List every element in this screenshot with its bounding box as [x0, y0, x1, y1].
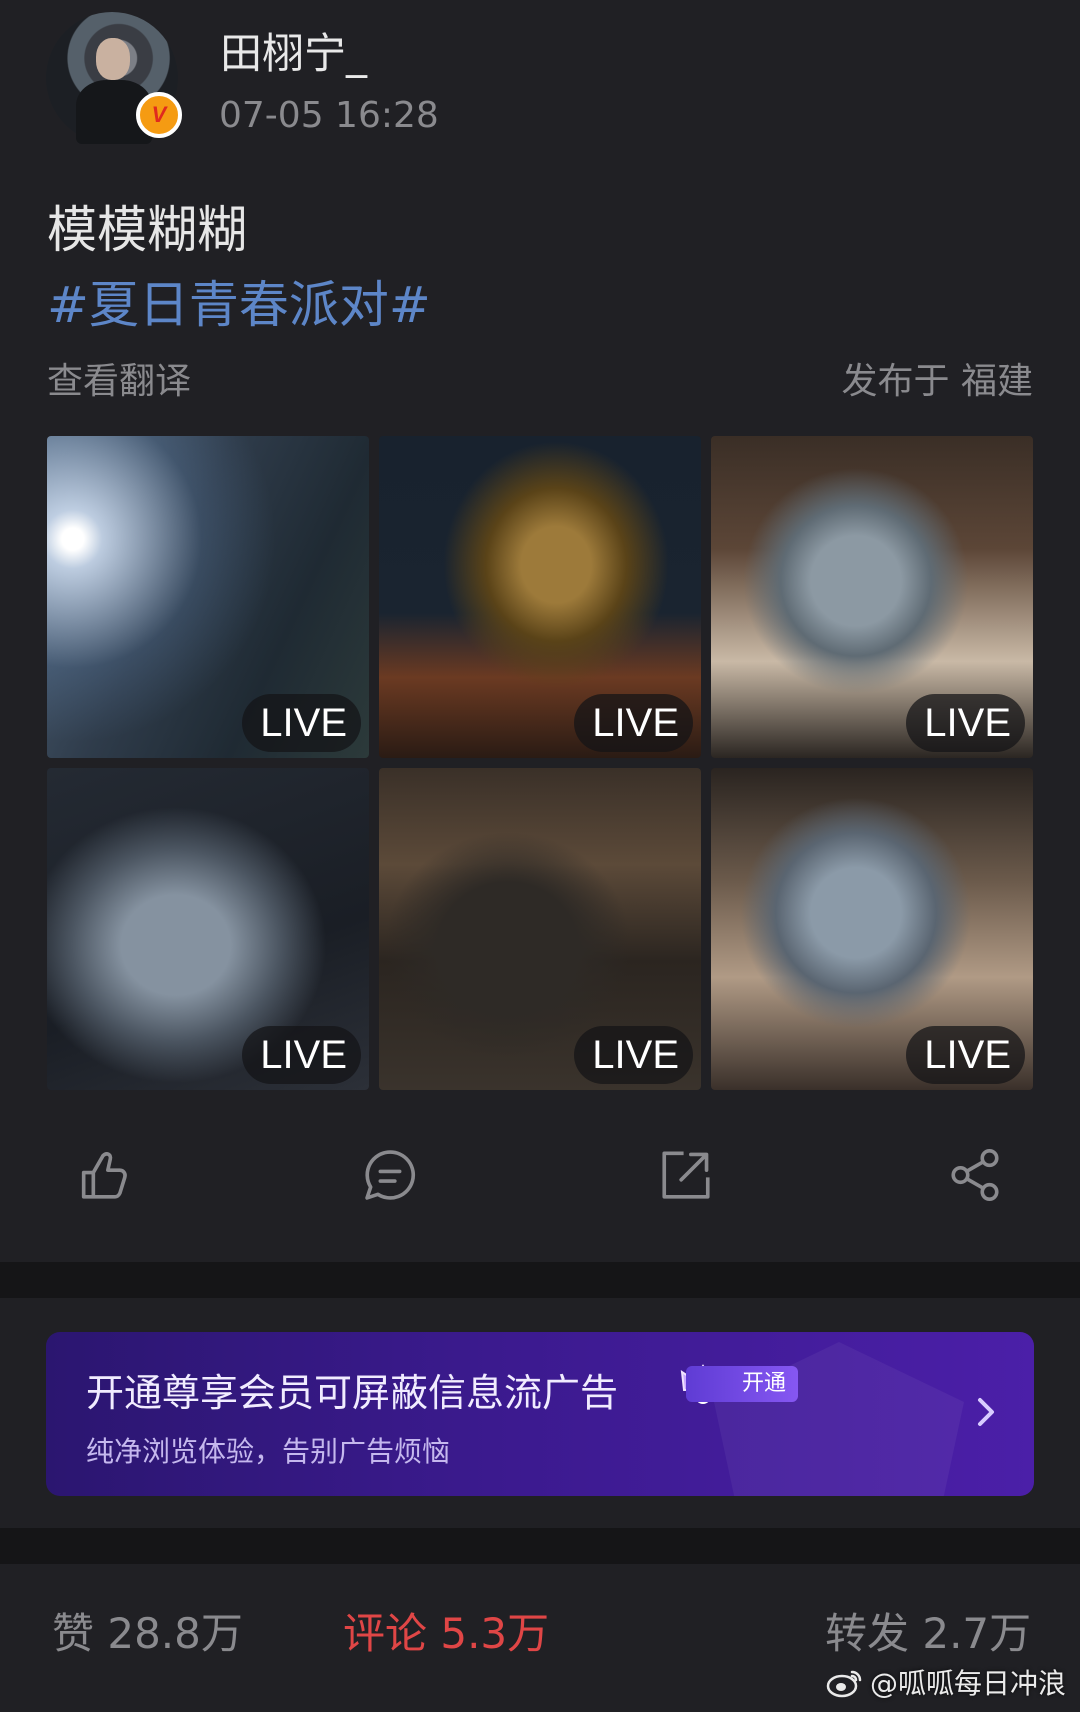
repost-icon	[662, 1151, 710, 1199]
watermark-text: @呱呱每日冲浪	[869, 1667, 1066, 1700]
watermark: @呱呱每日冲浪	[826, 1662, 1066, 1702]
photo-thumbnail[interactable]: LIVE	[711, 768, 1033, 1090]
share-icon	[951, 1149, 999, 1201]
photo-thumbnail[interactable]: LIVE	[379, 768, 701, 1090]
ad-title: 开通尊享会员可屏蔽信息流广告	[86, 1371, 619, 1415]
live-badge: LIVE	[574, 1026, 693, 1084]
vip-ad-banner[interactable]: 开通尊享会员可屏蔽信息流广告 开通 纯净浏览体验，告别广告烦恼	[46, 1332, 1034, 1496]
likes-tab[interactable]: 赞 28.8万	[52, 1600, 243, 1661]
section-divider	[0, 1262, 1080, 1298]
translate-link[interactable]: 查看翻译	[47, 352, 191, 404]
avatar[interactable]: V	[46, 12, 182, 144]
post-timestamp: 07-05 16:28	[219, 95, 439, 136]
like-button[interactable]	[68, 1140, 138, 1210]
live-badge: LIVE	[906, 694, 1025, 752]
weibo-logo-icon	[826, 1670, 862, 1698]
comment-button[interactable]	[355, 1140, 425, 1210]
reposts-tab[interactable]: 转发 2.7万	[825, 1600, 1031, 1661]
live-badge: LIVE	[242, 1026, 361, 1084]
live-badge: LIVE	[906, 1026, 1025, 1084]
repost-button[interactable]	[651, 1140, 721, 1210]
photo-grid: LIVE LIVE LIVE LIVE LIVE LIVE	[47, 436, 1033, 1090]
username[interactable]: 田栩宁_	[220, 20, 367, 81]
live-badge: LIVE	[242, 694, 361, 752]
thumbs-up-icon	[81, 1152, 127, 1199]
post-text: 模模糊糊	[47, 201, 247, 259]
action-bar	[0, 1140, 1080, 1210]
verified-badge-icon: V	[136, 92, 182, 138]
comment-icon	[365, 1150, 416, 1200]
chevron-right-icon[interactable]	[972, 1392, 1000, 1432]
hashtag-link[interactable]: #夏日青春派对#	[47, 265, 431, 337]
open-vip-badge[interactable]: 开通	[686, 1366, 799, 1402]
photo-thumbnail[interactable]: LIVE	[47, 436, 369, 758]
comments-tab[interactable]: 评论 5.3万	[343, 1600, 549, 1661]
photo-thumbnail[interactable]: LIVE	[711, 436, 1033, 758]
photo-thumbnail[interactable]: LIVE	[47, 768, 369, 1090]
live-badge: LIVE	[574, 694, 693, 752]
avatar-face	[96, 38, 130, 80]
post-location: 发布于 福建	[841, 361, 1033, 402]
ad-subtitle: 纯净浏览体验，告别广告烦恼	[86, 1435, 451, 1468]
section-divider	[0, 1528, 1080, 1564]
share-button[interactable]	[940, 1140, 1010, 1210]
photo-thumbnail[interactable]: LIVE	[379, 436, 701, 758]
